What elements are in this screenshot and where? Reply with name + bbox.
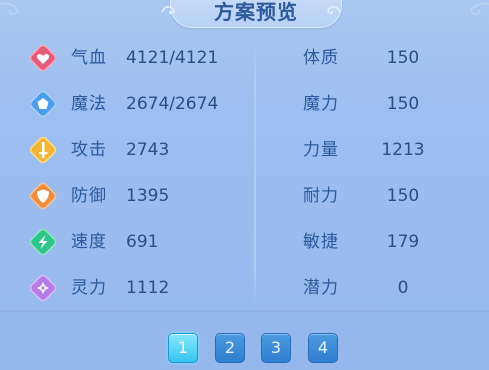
- attribute-panel: 方案预览 气血 4121/4121 体质 150 魔法 2674/2674 魔力…: [0, 0, 489, 370]
- mana-icon: [29, 90, 57, 118]
- attr-label-agility: 敏捷: [303, 232, 339, 252]
- attr-row-hp: 气血 4121/4121 体质 150: [0, 42, 489, 74]
- attr-row-mp: 魔法 2674/2674 魔力 150: [0, 88, 489, 120]
- attr-label-potential: 潜力: [303, 278, 339, 298]
- page-button-2[interactable]: 2: [215, 333, 245, 363]
- attr-value-speed: 691: [126, 232, 159, 252]
- column-divider: [254, 42, 256, 304]
- attr-value-defense: 1395: [126, 186, 170, 206]
- attr-row-spirit: 灵力 1112 潜力 0: [0, 272, 489, 304]
- attr-label-mp: 魔法: [71, 94, 107, 114]
- panel-title: 方案预览: [214, 0, 298, 24]
- heart-icon: [29, 44, 57, 72]
- title-bar: 方案预览: [0, 0, 489, 28]
- page-button-1[interactable]: 1: [168, 333, 198, 363]
- attr-value-attack: 2743: [126, 140, 170, 160]
- attr-value-mp: 2674/2674: [126, 94, 219, 114]
- pagination: 1 2 3 4: [168, 333, 348, 363]
- corner-ornament-left: [0, 2, 19, 15]
- attr-label-strength: 力量: [303, 140, 339, 160]
- attr-label-spirit: 灵力: [71, 278, 107, 298]
- attr-value-endurance: 150: [386, 186, 420, 206]
- attr-label-endurance: 耐力: [303, 186, 339, 206]
- shield-icon: [29, 182, 57, 210]
- attr-value-agility: 179: [386, 232, 420, 252]
- attr-label-speed: 速度: [71, 232, 107, 252]
- attr-value-spirit: 1112: [126, 278, 170, 298]
- corner-ornament-right: [470, 2, 489, 15]
- attr-row-speed: 速度 691 敏捷 179: [0, 226, 489, 258]
- attr-value-magic: 150: [386, 94, 420, 114]
- attr-value-potential: 0: [397, 278, 409, 298]
- attr-label-attack: 攻击: [71, 140, 107, 160]
- attr-value-strength: 1213: [381, 140, 425, 160]
- attr-label-defense: 防御: [71, 186, 107, 206]
- sword-icon: [29, 136, 57, 164]
- lightning-icon: [29, 228, 57, 256]
- attr-label-constitution: 体质: [303, 48, 339, 68]
- spirit-icon: [29, 274, 57, 302]
- attr-value-hp: 4121/4121: [126, 48, 219, 68]
- attr-row-defense: 防御 1395 耐力 150: [0, 180, 489, 212]
- attr-value-constitution: 150: [386, 48, 420, 68]
- page-button-4[interactable]: 4: [308, 333, 338, 363]
- page-button-3[interactable]: 3: [261, 333, 291, 363]
- attr-label-hp: 气血: [71, 48, 107, 68]
- attr-label-magic: 魔力: [303, 94, 339, 114]
- attr-row-attack: 攻击 2743 力量 1213: [0, 134, 489, 166]
